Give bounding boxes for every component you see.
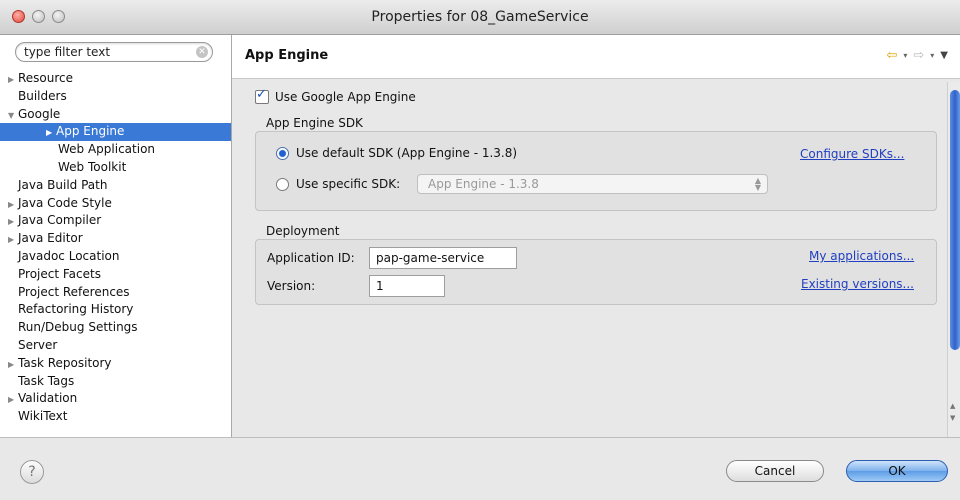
existing-versions-link[interactable]: Existing versions...: [801, 277, 914, 291]
title-bar: Properties for 08_GameService: [0, 0, 960, 35]
tree-item-label: Web Application: [58, 142, 156, 157]
tree-item-label: Task Tags: [18, 373, 75, 388]
tree-item-label: Resource: [18, 71, 74, 85]
deployment-group: Application ID: pap-game-service My appl…: [255, 239, 937, 305]
cancel-button[interactable]: Cancel: [726, 460, 824, 482]
app-id-input[interactable]: pap-game-service: [369, 247, 517, 269]
tree-item-java-code-style[interactable]: ▶ Java Code Style: [0, 195, 231, 213]
tree-item-label: Google: [18, 106, 61, 121]
dialog-footer: ? Cancel OK: [0, 437, 960, 500]
use-gae-label: Use Google App Engine: [275, 90, 416, 104]
version-label: Version:: [267, 279, 316, 293]
tree-item-javadoc-location[interactable]: Javadoc Location: [0, 248, 231, 266]
tree-item-resource[interactable]: ▶ Resource: [0, 70, 231, 88]
expand-arrow-icon[interactable]: ▶: [8, 196, 18, 214]
version-input[interactable]: 1: [369, 275, 445, 297]
back-dropdown-icon[interactable]: ▾: [903, 51, 907, 60]
tree-item-label: Project Facets: [18, 266, 101, 281]
tree-item-validation[interactable]: ▶ Validation: [0, 390, 231, 408]
tree-item-label: Validation: [18, 391, 78, 406]
properties-panel: App Engine ⇦ ▾ ⇨ ▾ ▼ Use Google App Engi…: [232, 35, 960, 437]
tree-item-label: Task Repository: [18, 355, 112, 370]
sidebar: ✕ ▶Resource Builders ▼Google ▶App Engine…: [0, 35, 232, 437]
tree-item-java-build-path[interactable]: Java Build Path: [0, 177, 231, 195]
expand-arrow-icon[interactable]: ▶: [8, 213, 18, 231]
sdk-select-value: App Engine - 1.3.8: [428, 177, 539, 191]
expand-arrow-icon[interactable]: ▶: [8, 71, 18, 89]
page-title: App Engine: [245, 48, 329, 63]
specific-sdk-radio[interactable]: [276, 177, 289, 191]
sdk-select[interactable]: App Engine - 1.3.8 ▲ ▼: [417, 174, 768, 194]
tree-item-label: Refactoring History: [18, 302, 134, 317]
specific-sdk-label: Use specific SDK:: [296, 177, 401, 191]
filter-input[interactable]: [24, 45, 189, 59]
select-stepper-icon: ▲ ▼: [754, 176, 761, 192]
window-title: Properties for 08_GameService: [371, 9, 589, 25]
view-menu-icon[interactable]: ▼: [940, 50, 948, 61]
default-sdk-option[interactable]: Use default SDK (App Engine - 1.3.8): [276, 146, 517, 160]
tree-item-label: Javadoc Location: [18, 248, 120, 263]
use-gae-checkbox-row[interactable]: Use Google App Engine: [255, 87, 416, 104]
help-icon[interactable]: ?: [20, 460, 44, 484]
tree-item-project-references[interactable]: Project References: [0, 284, 231, 302]
expand-arrow-icon[interactable]: ▶: [8, 391, 18, 409]
tree-item-label: Java Editor: [18, 231, 83, 246]
specific-sdk-option[interactable]: Use specific SDK:: [276, 177, 400, 191]
tree-item-web-toolkit[interactable]: Web Toolkit: [0, 159, 231, 177]
tree-item-refactoring-history[interactable]: Refactoring History: [0, 301, 231, 319]
tree-item-server[interactable]: Server: [0, 337, 231, 355]
history-navigation: ⇦ ▾ ⇨ ▾ ▼: [886, 48, 948, 63]
tree-item-google[interactable]: ▼ Google: [0, 106, 231, 124]
tree-item-label: WikiText: [18, 409, 68, 424]
filter-field[interactable]: ✕: [15, 42, 213, 62]
tree-item-app-engine[interactable]: ▶ App Engine: [0, 123, 231, 142]
tree-item-label: Web Toolkit: [58, 159, 127, 174]
tree-item-label: Java Build Path: [18, 177, 108, 192]
tree-item-java-compiler[interactable]: ▶ Java Compiler: [0, 212, 231, 230]
tree-item-label: Builders: [18, 88, 67, 103]
my-applications-link[interactable]: My applications...: [809, 249, 914, 263]
tree-item-label: Run/Debug Settings: [18, 320, 138, 335]
deployment-group-title: Deployment: [266, 224, 340, 238]
tree-item-label: Server: [18, 337, 58, 352]
clear-filter-icon[interactable]: ✕: [196, 46, 208, 58]
back-arrow-icon[interactable]: ⇦: [886, 48, 897, 63]
default-sdk-label: Use default SDK (App Engine - 1.3.8): [296, 146, 518, 160]
scrollbar-thumb[interactable]: [950, 90, 960, 350]
configure-sdks-link[interactable]: Configure SDKs...: [800, 147, 904, 161]
property-tree: ▶ Resource Builders ▼ Google ▶ App Engine W…: [0, 70, 231, 426]
expand-arrow-icon[interactable]: ▶: [46, 124, 56, 142]
page-header: App Engine ⇦ ▾ ⇨ ▾ ▼: [232, 35, 960, 79]
forward-arrow-icon[interactable]: ⇨: [913, 48, 924, 63]
forward-dropdown-icon[interactable]: ▾: [930, 51, 934, 60]
tree-item-wikitext[interactable]: WikiText: [0, 408, 231, 426]
tree-item-label: Java Code Style: [18, 195, 112, 210]
expand-arrow-icon[interactable]: ▶: [8, 231, 18, 249]
tree-item-run-debug-settings[interactable]: Run/Debug Settings: [0, 319, 231, 337]
sdk-group-title: App Engine SDK: [266, 116, 363, 130]
expand-arrow-icon[interactable]: ▶: [8, 356, 18, 374]
tree-item-label: Java Compiler: [18, 213, 102, 228]
app-id-label: Application ID:: [267, 251, 355, 265]
default-sdk-radio[interactable]: [276, 146, 289, 160]
collapse-arrow-icon[interactable]: ▼: [8, 107, 18, 125]
scroll-down-icon[interactable]: ▼: [950, 414, 955, 422]
tree-item-builders[interactable]: Builders: [0, 88, 231, 106]
tree-item-label: App Engine: [56, 124, 125, 139]
tree-item-project-facets[interactable]: Project Facets: [0, 266, 231, 284]
tree-item-task-repository[interactable]: ▶ Task Repository: [0, 355, 231, 373]
scroll-up-icon[interactable]: ▲: [950, 402, 955, 410]
vertical-scrollbar[interactable]: ▲ ▼: [947, 82, 960, 437]
tree-item-label: Project References: [18, 284, 130, 299]
tree-item-java-editor[interactable]: ▶ Java Editor: [0, 230, 231, 248]
sdk-group: Use default SDK (App Engine - 1.3.8) Con…: [255, 131, 937, 211]
tree-item-web-application[interactable]: Web Application: [0, 141, 231, 159]
use-gae-checkbox[interactable]: [255, 87, 269, 104]
tree-item-task-tags[interactable]: Task Tags: [0, 373, 231, 391]
ok-button[interactable]: OK: [846, 460, 948, 482]
